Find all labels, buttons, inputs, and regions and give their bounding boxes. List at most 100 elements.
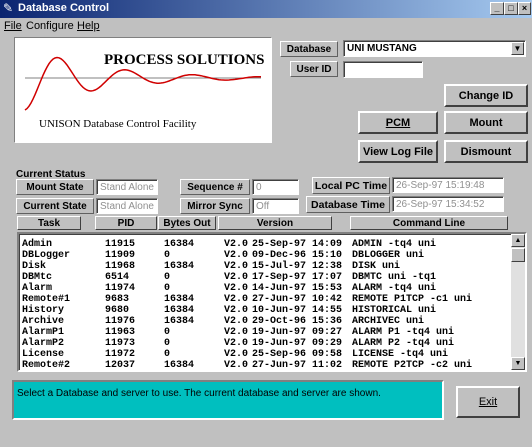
task-cell-cmd: HISTORICAL uni [352, 305, 437, 316]
exit-button[interactable]: Exit [456, 386, 520, 418]
task-list[interactable]: Admin 11915 16384 V2.0 25-Sep-97 14:09 ADMIN -… [17, 232, 527, 372]
task-cell-date: 27-Jun-97 [252, 294, 307, 305]
table-row[interactable]: Remote#1 9683 16384 V2.0 27-Jun-97 10:42 REMOT… [19, 294, 511, 305]
current-state-label: Current State [16, 198, 94, 214]
local-pc-time-label-text: Local PC Time [314, 179, 388, 192]
task-cell-bytes: 0 [164, 272, 171, 283]
task-cell-task: DBLogger [22, 250, 71, 261]
pcm-button[interactable]: PCM [358, 111, 438, 134]
database-time-label: Database Time [306, 196, 390, 213]
database-label-text: Database [286, 43, 332, 55]
close-button[interactable]: × [518, 2, 531, 15]
mount-state-label: Mount State [16, 179, 94, 195]
menu-bar: File Configure Help [0, 18, 532, 34]
close-icon: × [521, 3, 528, 13]
menu-help[interactable]: Help [77, 20, 100, 32]
task-cell-time: 09:29 [312, 338, 343, 349]
table-row[interactable]: History 9680 16384 V2.0 10-Jun-97 14:55 HISTOR… [19, 305, 511, 316]
task-cell-cmd: LICENSE -tq4 uni [352, 349, 449, 360]
mirror-sync-value: Off [256, 200, 270, 212]
task-cell-cmd: ARCHIVEC uni [352, 316, 425, 327]
current-state-field: Stand Alone [96, 198, 158, 214]
task-cell-date: 29-Oct-96 [252, 316, 307, 327]
task-cell-task: AlarmP1 [22, 327, 65, 338]
change-id-button[interactable]: Change ID [444, 84, 528, 107]
table-row[interactable]: Archive 11976 16384 V2.0 29-Oct-96 15:36 ARCHI… [19, 316, 511, 327]
minimize-button[interactable]: _ [490, 2, 504, 15]
userid-label-text: User ID [296, 63, 332, 75]
vertical-scrollbar[interactable]: ▲ ▼ [511, 234, 525, 370]
table-row[interactable]: AlarmP2 11973 0 V2.0 19-Jun-97 09:29 ALARM P2 … [19, 338, 511, 349]
menu-file[interactable]: File [4, 20, 22, 32]
column-header-command-line-label: Command Line [392, 217, 466, 229]
column-header-bytes-out-label: Bytes Out [163, 217, 211, 229]
task-cell-bytes: 0 [164, 349, 171, 360]
mount-button[interactable]: Mount [444, 111, 528, 134]
task-cell-ver: V2.0 [224, 239, 249, 250]
task-cell-task: DBMtc [22, 272, 53, 283]
current-state-label-text: Current State [23, 200, 87, 212]
task-cell-time: 14:55 [312, 305, 343, 316]
scroll-down-icon[interactable]: ▼ [511, 357, 525, 370]
column-header-pid[interactable]: PID [95, 216, 157, 230]
task-cell-pid: 6514 [105, 272, 130, 283]
maximize-icon: □ [508, 3, 514, 13]
local-pc-time-field: 26-Sep-97 15:19:48 [392, 177, 504, 193]
change-id-label: Change ID [458, 89, 514, 102]
task-cell-date: 17-Sep-97 [252, 272, 307, 283]
table-row[interactable]: Remote#2 12037 16384 V2.0 27-Jun-97 11:02 REMO… [19, 360, 511, 371]
task-cell-time: 15:53 [312, 283, 343, 294]
menu-help-label: Help [77, 20, 100, 32]
userid-input[interactable] [343, 61, 423, 78]
task-cell-task: Archive [22, 316, 65, 327]
column-header-command-line[interactable]: Command Line [350, 216, 508, 230]
task-cell-cmd: ALARM -tq4 uni [352, 283, 437, 294]
table-row[interactable]: DBMtc 6514 0 V2.0 17-Sep-97 17:07 DBMTC uni -t… [19, 272, 511, 283]
database-time-label-text: Database Time [311, 198, 385, 211]
logo-title: PROCESS SOLUTIONS [104, 52, 265, 68]
scroll-up-icon[interactable]: ▲ [511, 234, 525, 247]
table-row[interactable]: Alarm 11974 0 V2.0 14-Jun-97 15:53 ALARM -tq4 … [19, 283, 511, 294]
table-row[interactable]: Disk 11968 16384 V2.0 15-Jul-97 12:38 DISK uni [19, 261, 511, 272]
menu-configure[interactable]: Configure [26, 20, 74, 32]
task-cell-task: Remote#1 [22, 294, 71, 305]
task-cell-ver: V2.0 [224, 294, 249, 305]
dismount-label: Dismount [460, 145, 512, 158]
task-cell-time: 17:07 [312, 272, 343, 283]
table-row[interactable]: AlarmP1 11963 0 V2.0 19-Jun-97 09:27 ALARM P1 … [19, 327, 511, 338]
mount-state-value: Stand Alone [100, 181, 154, 193]
database-select[interactable]: UNI MUSTANG ▼ [343, 40, 526, 57]
task-cell-bytes: 0 [164, 283, 171, 294]
dismount-button[interactable]: Dismount [444, 140, 528, 163]
task-cell-bytes: 0 [164, 250, 171, 261]
scroll-thumb[interactable] [511, 248, 525, 262]
column-header-version-label: Version [256, 217, 294, 229]
task-cell-time: 15:10 [312, 250, 343, 261]
task-cell-ver: V2.0 [224, 261, 249, 272]
task-cell-task: AlarmP2 [22, 338, 65, 349]
app-icon[interactable]: ✎ [3, 2, 16, 15]
task-cell-time: 10:42 [312, 294, 343, 305]
database-label: Database [280, 41, 338, 57]
database-time-field: 26-Sep-97 15:34:52 [392, 196, 504, 212]
task-cell-task: Alarm [22, 283, 53, 294]
column-header-version[interactable]: Version [218, 216, 332, 230]
task-cell-task: Disk [22, 261, 47, 272]
task-cell-pid: 12037 [105, 360, 136, 371]
status-message-bar: Select a Database and server to use. The… [12, 380, 444, 420]
mount-label: Mount [469, 116, 503, 129]
table-row[interactable]: DBLogger 11909 0 V2.0 09-Dec-96 15:10 DBLOGGER… [19, 250, 511, 261]
column-header-bytes-out[interactable]: Bytes Out [158, 216, 216, 230]
task-cell-bytes: 0 [164, 327, 171, 338]
task-cell-pid: 11976 [105, 316, 136, 327]
task-cell-date: 10-Jun-97 [252, 305, 307, 316]
maximize-button[interactable]: □ [504, 2, 518, 15]
table-row[interactable]: License 11972 0 V2.0 25-Sep-96 09:58 LICENSE -… [19, 349, 511, 360]
table-row[interactable]: Admin 11915 16384 V2.0 25-Sep-97 14:09 ADMIN -… [19, 239, 511, 250]
task-cell-pid: 11972 [105, 349, 136, 360]
column-header-task[interactable]: Task [17, 216, 81, 230]
local-pc-time-label: Local PC Time [312, 177, 390, 194]
task-cell-bytes: 16384 [164, 294, 195, 305]
chevron-down-icon[interactable]: ▼ [511, 42, 524, 55]
view-log-file-button[interactable]: View Log File [358, 140, 438, 163]
